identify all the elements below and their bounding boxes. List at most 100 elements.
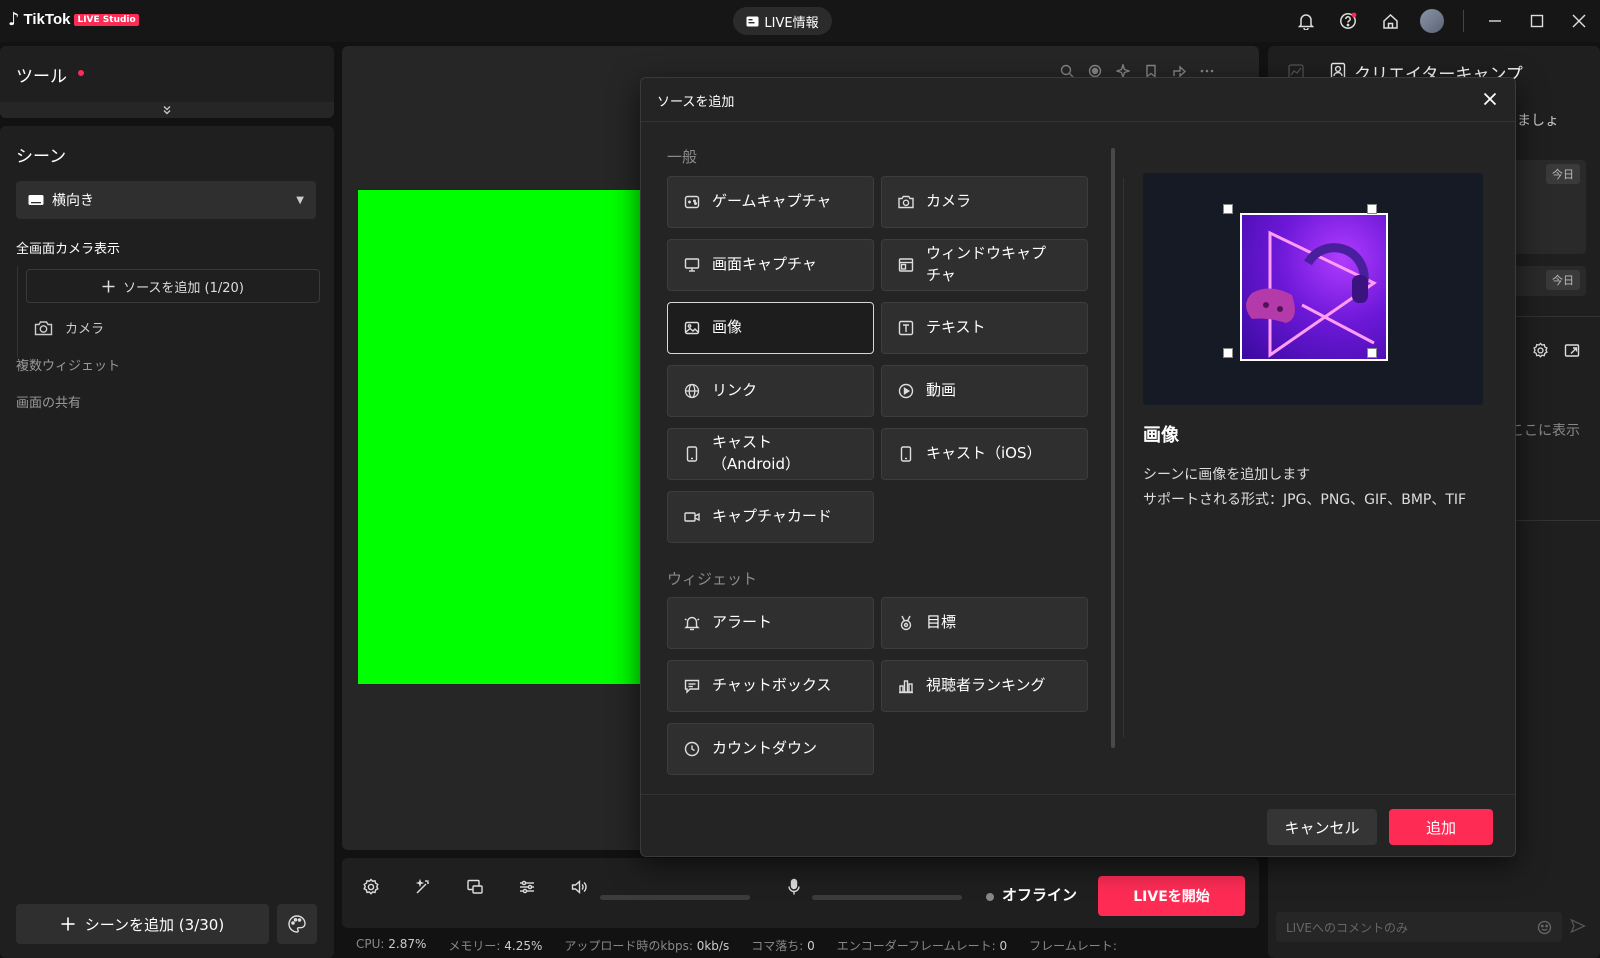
go-live-button[interactable]: LIVEを開始: [1098, 876, 1245, 916]
stat-cpu: CPU: 2.87%: [356, 937, 427, 951]
microphone-volume-slider[interactable]: [812, 895, 962, 900]
source-label: チャットボックス: [712, 676, 832, 695]
source-label: 目標: [926, 613, 957, 632]
source-capture-card-button[interactable]: キャプチャカード: [667, 491, 874, 543]
popout-icon[interactable]: [1564, 342, 1581, 359]
source-game-capture-button[interactable]: ゲームキャプチャ: [667, 176, 874, 228]
send-icon[interactable]: [1570, 918, 1586, 934]
speaker-volume-slider[interactable]: [600, 895, 750, 900]
palette-icon: [287, 914, 307, 934]
source-image-button[interactable]: 画像: [667, 302, 874, 354]
source-item-camera[interactable]: カメラ: [34, 318, 104, 337]
maximize-icon[interactable]: [1516, 0, 1558, 42]
source-label: アラート: [712, 613, 773, 632]
add-scene-button[interactable]: シーンを追加 (3/30): [16, 904, 269, 944]
scene-item-multi-widget[interactable]: 複数ウィジェット: [16, 355, 120, 374]
live-info-label: LIVE情報: [764, 15, 819, 31]
widget-alert-button[interactable]: アラート: [667, 597, 874, 649]
help-icon[interactable]: [1327, 0, 1369, 42]
speaker-icon[interactable]: [568, 876, 590, 898]
source-options-list[interactable]: 一般 ゲームキャプチャ カメラ 画面キャプチャ ウィンドウキャプチャ 画像 テキ…: [667, 136, 1097, 776]
resize-handle: [1367, 204, 1377, 214]
theme-palette-button[interactable]: [277, 904, 317, 944]
notification-bell-icon[interactable]: [1285, 0, 1327, 42]
source-tree-line: [17, 266, 18, 358]
source-camera-button[interactable]: カメラ: [881, 176, 1088, 228]
group-label-widgets: ウィジェット: [667, 570, 758, 588]
source-cast-ios-button[interactable]: キャスト（iOS）: [881, 428, 1088, 480]
source-cast-android-button[interactable]: キャスト（Android）: [667, 428, 874, 480]
double-chevron-down-icon: [162, 105, 172, 115]
chat-icon: [684, 678, 700, 694]
microphone-icon[interactable]: [783, 876, 805, 898]
source-video-button[interactable]: 動画: [881, 365, 1088, 417]
widget-viewer-ranking-button[interactable]: 視聴者ランキング: [881, 660, 1088, 712]
widget-goal-button[interactable]: 目標: [881, 597, 1088, 649]
offline-status-dot: [986, 893, 994, 901]
source-info-line-2: サポートされる形式：JPG、PNG、GIF、BMP、TIF: [1143, 492, 1467, 509]
comment-input[interactable]: LIVEへのコメントのみ: [1276, 912, 1562, 942]
performance-stats: CPU: 2.87% メモリー: 4.25% アップロード時のkbps: 0kb…: [356, 937, 1117, 954]
effects-icon[interactable]: [1116, 64, 1130, 78]
settings-icon[interactable]: [1532, 342, 1549, 359]
add-button[interactable]: 追加: [1389, 809, 1493, 845]
resize-handle: [1367, 348, 1377, 358]
adjustments-icon[interactable]: [516, 876, 538, 898]
dialog-footer: [641, 794, 1515, 856]
bookmark-icon[interactable]: [1144, 64, 1158, 78]
scenes-panel: シーン 横向き ▼ 全画面カメラ表示 ソースを追加 (1/20) カメラ 複数ウ…: [0, 126, 334, 958]
scene-name: 全画面カメラ表示: [16, 242, 121, 257]
record-icon[interactable]: [1088, 64, 1102, 78]
add-source-button[interactable]: ソースを追加 (1/20): [26, 269, 320, 303]
plus-icon: [61, 917, 75, 931]
window-icon: [898, 257, 914, 273]
play-icon: [898, 383, 914, 399]
widget-countdown-button[interactable]: カウントダウン: [667, 723, 874, 775]
camera-preview[interactable]: [358, 190, 648, 684]
source-label: カウントダウン: [712, 739, 818, 758]
more-icon[interactable]: [1200, 64, 1214, 78]
magic-wand-icon[interactable]: [412, 876, 434, 898]
scene-item-screen-share[interactable]: 画面の共有: [16, 392, 81, 411]
source-window-capture-button[interactable]: ウィンドウキャプチャ: [881, 239, 1088, 291]
scene-dropdown[interactable]: 横向き ▼: [16, 181, 316, 219]
minimize-icon[interactable]: [1474, 0, 1516, 42]
stat-encoder-framerate: エンコーダーフレームレート: 0: [836, 939, 1008, 953]
app-brand: TikTok: [23, 11, 71, 28]
source-label: 動画: [926, 381, 957, 400]
user-avatar[interactable]: [1420, 9, 1444, 33]
close-window-icon[interactable]: [1558, 0, 1600, 42]
source-text-button[interactable]: テキスト: [881, 302, 1088, 354]
creator-card-1[interactable]: 今日: [1514, 160, 1586, 254]
home-icon[interactable]: [1369, 0, 1411, 42]
source-label: キャプチャカード: [712, 507, 832, 526]
source-link-button[interactable]: リンク: [667, 365, 874, 417]
add-source-label: ソースを追加 (1/20): [123, 280, 244, 296]
source-label: カメラ: [926, 192, 972, 211]
resize-handle: [1223, 348, 1233, 358]
add-source-dialog: ソースを追加 一般 ゲームキャプチャ カメラ 画面キャプチャ ウィンドウキャプチ…: [640, 77, 1516, 857]
dialog-divider: [1123, 178, 1124, 738]
stat-framerate: フレームレート:: [1029, 939, 1117, 953]
creator-card-2[interactable]: 今日: [1514, 266, 1586, 296]
emoji-icon[interactable]: [1537, 920, 1552, 935]
date-badge: 今日: [1546, 164, 1580, 184]
widget-chatbox-button[interactable]: チャットボックス: [667, 660, 874, 712]
settings-gear-icon[interactable]: [360, 876, 382, 898]
close-icon[interactable]: [1479, 88, 1501, 110]
source-screen-capture-button[interactable]: 画面キャプチャ: [667, 239, 874, 291]
title-bar: ♪ TikTok LIVE Studio LIVE情報: [0, 0, 1600, 42]
screen-layout-icon[interactable]: [464, 876, 486, 898]
search-icon[interactable]: [1060, 64, 1074, 78]
source-label: 視聴者ランキング: [926, 676, 1046, 695]
tools-expand-toggle[interactable]: [0, 102, 334, 118]
live-info-button[interactable]: LIVE情報: [733, 7, 832, 35]
cancel-button[interactable]: キャンセル: [1267, 809, 1377, 845]
source-list-scrollbar[interactable]: [1111, 148, 1115, 748]
share-icon[interactable]: [1172, 64, 1186, 78]
source-label: 画面キャプチャ: [712, 255, 817, 274]
group-label-general: 一般: [667, 148, 698, 166]
source-label: テキスト: [926, 318, 986, 337]
comment-placeholder: LIVEへのコメントのみ: [1286, 920, 1409, 935]
source-label: ゲームキャプチャ: [712, 192, 832, 211]
